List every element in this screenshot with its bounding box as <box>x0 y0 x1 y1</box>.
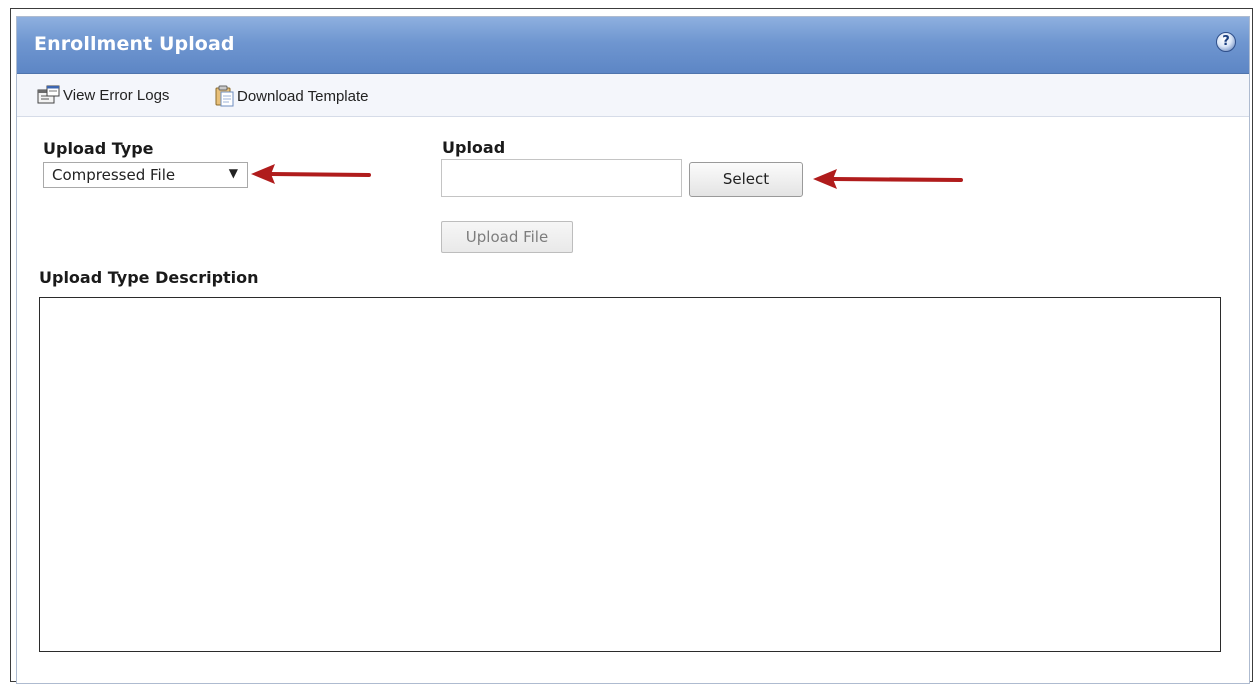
red-arrow-annotation-right <box>813 169 963 189</box>
panel-title-bar: Enrollment Upload ? <box>17 17 1249 74</box>
upload-type-description-textarea[interactable] <box>39 297 1221 652</box>
upload-type-select[interactable]: Compressed File ▼ <box>43 162 248 188</box>
view-error-logs-link[interactable]: View Error Logs <box>37 85 169 105</box>
enrollment-upload-panel: Enrollment Upload ? View Error Logs Down… <box>16 16 1250 684</box>
download-template-label: Download Template <box>237 87 369 105</box>
file-path-input[interactable] <box>441 159 682 197</box>
upload-label: Upload <box>442 138 506 157</box>
toolbar: View Error Logs Download Template <box>17 74 1249 117</box>
chevron-down-icon: ▼ <box>228 166 238 180</box>
select-button[interactable]: Select <box>689 162 803 197</box>
view-error-logs-label: View Error Logs <box>63 86 170 104</box>
download-template-link[interactable]: Download Template <box>213 85 368 107</box>
panel-title: Enrollment Upload <box>34 33 235 55</box>
upload-file-button[interactable]: Upload File <box>441 221 573 253</box>
red-arrow-annotation-left <box>251 164 371 184</box>
upload-type-label: Upload Type <box>43 139 154 158</box>
clipboard-icon <box>215 85 234 107</box>
log-window-icon <box>37 85 60 104</box>
question-circle-icon[interactable]: ? <box>1216 32 1236 52</box>
upload-type-selected-value: Compressed File <box>52 166 176 184</box>
upload-type-description-label: Upload Type Description <box>39 268 259 287</box>
